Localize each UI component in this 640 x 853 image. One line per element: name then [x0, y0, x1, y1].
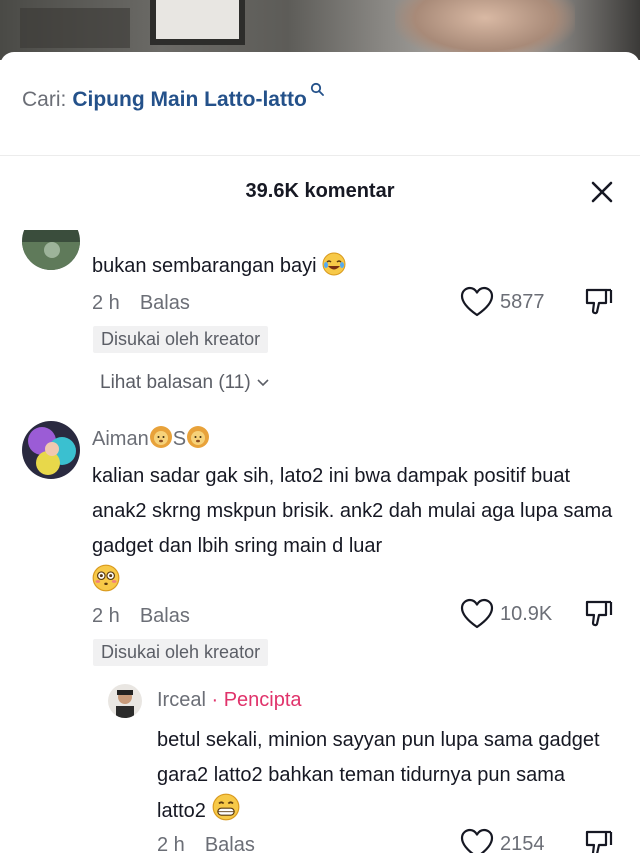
chevron-down-icon — [257, 379, 269, 387]
comments-sheet: Cari: Cipung Main Latto-latto 39.6K kome… — [0, 52, 640, 853]
video-shape — [395, 0, 575, 60]
heart-icon — [460, 828, 494, 853]
like-count: 5877 — [500, 290, 545, 313]
search-icon — [310, 82, 324, 96]
search-query[interactable]: Cipung Main Latto-latto — [72, 88, 306, 112]
search-suggestion[interactable]: Cari: Cipung Main Latto-latto — [22, 82, 324, 112]
divider — [0, 155, 640, 156]
comment-meta: 2 h Balas — [92, 292, 190, 315]
author-name-mid: S — [172, 428, 187, 450]
creator-liked-badge: Disukai oleh kreator — [93, 639, 269, 666]
avatar[interactable] — [22, 230, 80, 270]
creator-liked-badge: Disukai oleh kreator — [93, 326, 269, 353]
comment-text: betul sekali, minion sayyan pun lupa sam… — [157, 729, 600, 822]
comments-count-title: 39.6K komentar — [245, 180, 395, 202]
comment-text: kalian sadar gak sih, lato2 ini bwa damp… — [92, 459, 620, 600]
dislike-icon[interactable] — [584, 598, 614, 628]
grinning-emoji — [212, 793, 239, 821]
like-button[interactable]: 5877 — [460, 286, 545, 318]
like-count: 10.9K — [500, 602, 553, 625]
comment-time: 2 h — [92, 292, 120, 314]
avatar[interactable] — [108, 684, 142, 718]
video-shape — [150, 0, 245, 45]
like-button[interactable]: 10.9K — [460, 598, 552, 630]
like-count: 2154 — [500, 832, 545, 853]
view-replies-button[interactable]: Lihat balasan (11) — [100, 372, 271, 394]
comment-author[interactable]: Aiman S — [92, 425, 210, 451]
author-separator: · — [205, 689, 224, 711]
reply-button[interactable]: Balas — [140, 292, 190, 315]
heart-icon — [460, 286, 494, 317]
reply-button[interactable]: Balas — [205, 834, 255, 853]
view-replies-label: Lihat balasan (11) — [100, 372, 251, 393]
avatar[interactable] — [22, 421, 80, 479]
dislike-icon[interactable] — [584, 286, 614, 316]
reply-button[interactable]: Balas — [140, 605, 190, 628]
video-shape — [20, 8, 130, 48]
author-name: Irceal — [157, 689, 206, 711]
lion-emoji — [187, 426, 210, 448]
comment-time: 2 h — [157, 834, 185, 853]
search-prefix: Cari: — [22, 88, 67, 111]
comment-time: 2 h — [92, 605, 120, 627]
creator-label: Pencipta — [223, 689, 302, 711]
dislike-icon[interactable] — [584, 828, 614, 853]
comment-author[interactable]: Irceal · Pencipta — [157, 689, 302, 712]
heart-icon — [460, 598, 494, 629]
comment-meta: 2 h Balas — [157, 834, 255, 853]
author-name: Aiman — [92, 428, 149, 450]
video-background — [0, 0, 640, 60]
laughing-emoji — [322, 252, 346, 276]
flushed-emoji — [92, 564, 120, 592]
close-icon[interactable] — [588, 178, 616, 206]
lion-emoji — [149, 426, 172, 448]
comment-meta: 2 h Balas — [92, 605, 190, 628]
comment-text: bukan sembarangan bayi — [92, 249, 612, 284]
like-button[interactable]: 2154 — [460, 828, 545, 853]
